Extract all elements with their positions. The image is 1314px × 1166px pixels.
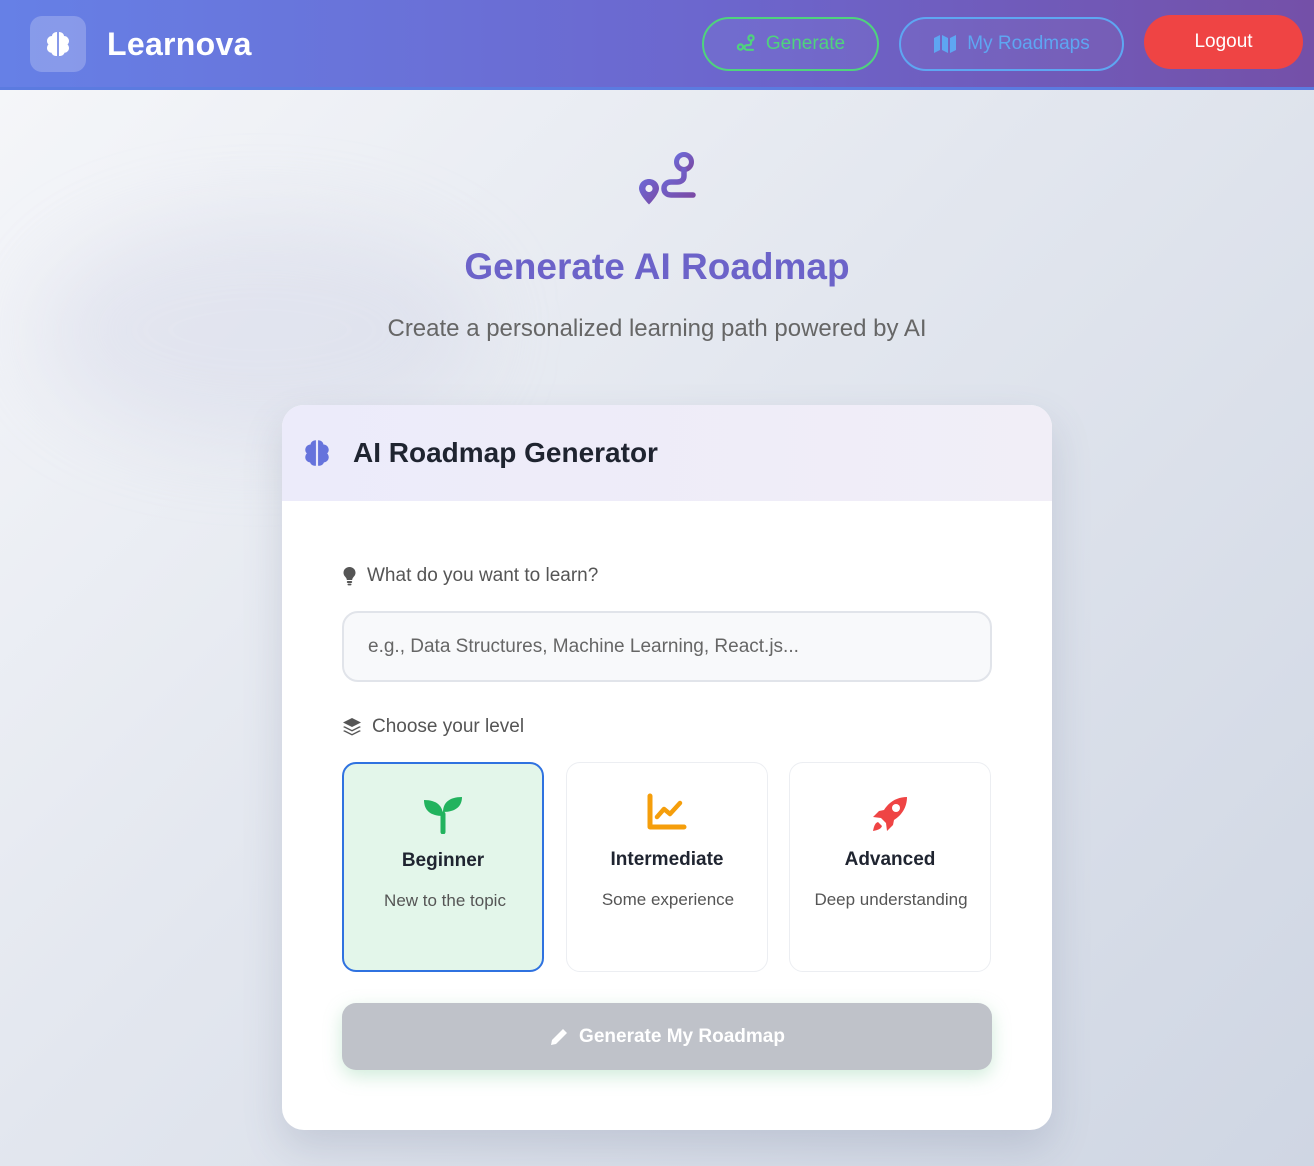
- level-name: Intermediate: [610, 849, 724, 870]
- card-header: AI Roadmap Generator: [282, 405, 1052, 501]
- nav-my-roadmaps-label: My Roadmaps: [967, 33, 1090, 54]
- level-description: New to the topic: [384, 891, 506, 910]
- brand-logo[interactable]: [30, 16, 86, 72]
- nav-generate-button[interactable]: Generate: [702, 17, 879, 71]
- level-name: Beginner: [401, 850, 485, 871]
- topic-input[interactable]: [342, 611, 992, 682]
- level-name: Advanced: [844, 849, 936, 870]
- page-subtitle: Create a personalized learning path powe…: [387, 315, 927, 342]
- pencil-icon: [551, 1028, 568, 1045]
- layers-icon: [343, 718, 361, 736]
- level-label-text: Choose your level: [372, 716, 525, 737]
- generate-roadmap-label: Generate My Roadmap: [579, 1025, 785, 1047]
- top-navbar: Learnova Generate My Roadmaps Logout: [0, 0, 1314, 90]
- level-option-intermediate[interactable]: Intermediate Some experience: [566, 762, 768, 972]
- level-description: Some experience: [601, 890, 735, 909]
- chart-line-icon: [647, 793, 687, 830]
- roadmap-generator-card: AI Roadmap Generator What do you want to…: [282, 405, 1052, 1130]
- route-icon: [736, 34, 755, 51]
- route-icon: [639, 152, 696, 205]
- topic-label-text: What do you want to learn?: [367, 565, 599, 586]
- brand-name[interactable]: Learnova: [107, 26, 252, 63]
- brain-icon: [305, 440, 329, 466]
- card-title: AI Roadmap Generator: [353, 437, 658, 468]
- lightbulb-icon: [343, 567, 356, 586]
- nav-my-roadmaps-button[interactable]: My Roadmaps: [899, 17, 1124, 71]
- page-title: Generate AI Roadmap: [464, 246, 850, 287]
- logout-button[interactable]: Logout: [1144, 15, 1303, 69]
- brain-icon: [47, 32, 69, 56]
- rocket-icon: [873, 797, 907, 831]
- level-label: Choose your level: [342, 716, 524, 738]
- level-description: Deep understanding: [814, 890, 968, 909]
- seedling-icon: [424, 797, 462, 834]
- level-option-beginner[interactable]: Beginner New to the topic: [342, 762, 544, 972]
- level-option-advanced[interactable]: Advanced Deep understanding: [789, 762, 991, 972]
- topic-label: What do you want to learn?: [342, 565, 598, 587]
- map-icon: [934, 35, 957, 53]
- nav-generate-label: Generate: [765, 33, 846, 54]
- generate-roadmap-button[interactable]: Generate My Roadmap: [342, 1003, 992, 1070]
